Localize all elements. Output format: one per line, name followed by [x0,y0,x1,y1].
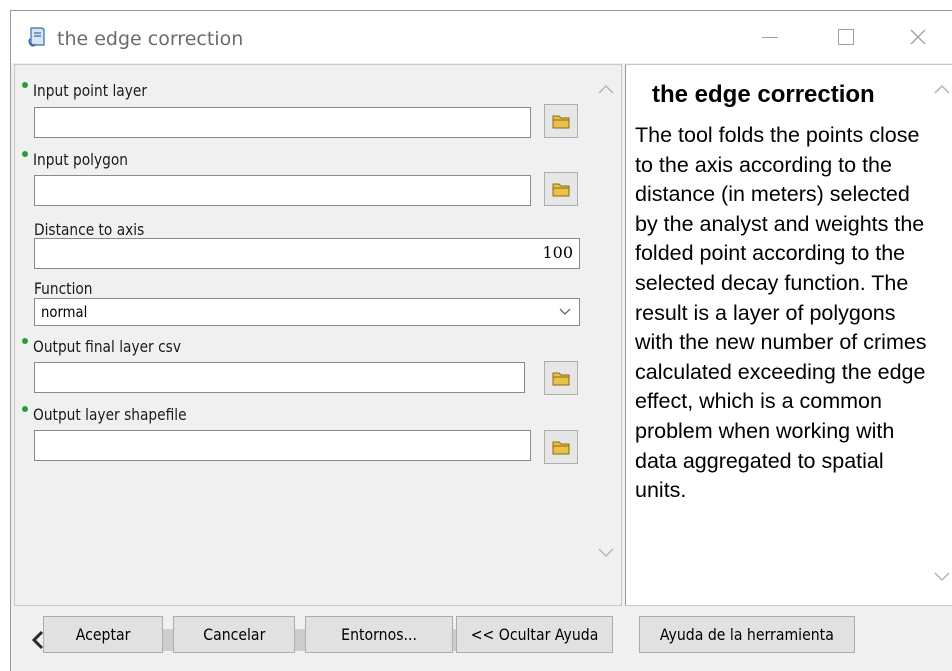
environments-button[interactable]: Entornos... [305,616,453,653]
output-layer-shapefile-label: Output layer shapefile [33,405,187,424]
maximize-icon[interactable] [811,11,881,63]
distance-to-axis-field[interactable]: 100 [34,238,580,269]
help-scroll-up-icon[interactable] [930,79,952,101]
cancel-button-label: Cancelar [202,625,266,644]
function-select[interactable]: normal [34,298,580,326]
close-icon[interactable] [883,11,952,63]
tool-help-button-label: Ayuda de la herramienta [660,625,834,644]
help-scroll-down-icon[interactable] [930,565,952,587]
help-title: the edge correction [652,81,875,108]
tool-dialog-window: the edge correction Input point layer In… [10,10,952,671]
tool-help-button[interactable]: Ayuda de la herramienta [639,616,855,653]
help-description: The tool folds the points close to the a… [635,123,927,503]
input-polygon-label: Input polygon [33,150,129,169]
browse-input-point-layer-button[interactable] [544,104,578,138]
browse-output-csv-button[interactable] [544,361,578,395]
hide-help-button-label: << Ocultar Ayuda [470,625,599,644]
output-final-layer-csv-label: Output final layer csv [33,337,181,356]
function-select-value: normal [41,303,88,321]
folder-icon [552,115,570,129]
help-panel: the edge correction The tool folds the p… [625,64,952,606]
browse-input-polygon-button[interactable] [544,172,578,206]
scroll-up-icon[interactable] [595,79,617,101]
script-tool-icon [28,27,45,47]
input-point-layer-field[interactable] [34,107,531,138]
folder-icon [552,372,570,386]
ok-button-label: Aceptar [75,625,131,644]
function-label: Function [34,279,93,298]
input-polygon-field[interactable] [34,175,531,206]
folder-icon [552,441,570,455]
cancel-button[interactable]: Cancelar [173,616,295,653]
required-indicator-icon [22,406,28,412]
required-indicator-icon [22,338,28,344]
parameters-panel: Input point layer Input polygon Distance… [14,64,622,651]
input-point-layer-label: Input point layer [33,81,147,100]
hide-help-button[interactable]: << Ocultar Ayuda [456,616,613,653]
distance-to-axis-label: Distance to axis [34,220,145,239]
folder-icon [552,183,570,197]
browse-output-shapefile-button[interactable] [544,430,578,464]
window-title: the edge correction [57,28,244,50]
title-bar[interactable]: the edge correction [11,11,952,63]
chevron-down-icon [559,308,571,315]
scroll-down-icon[interactable] [595,541,617,563]
required-indicator-icon [22,151,28,157]
ok-button[interactable]: Aceptar [43,616,163,653]
minimize-icon[interactable] [735,11,805,63]
environments-button-label: Entornos... [341,625,417,644]
output-layer-shapefile-field[interactable] [34,430,531,461]
output-final-layer-csv-field[interactable] [34,362,525,393]
required-indicator-icon [22,82,28,88]
